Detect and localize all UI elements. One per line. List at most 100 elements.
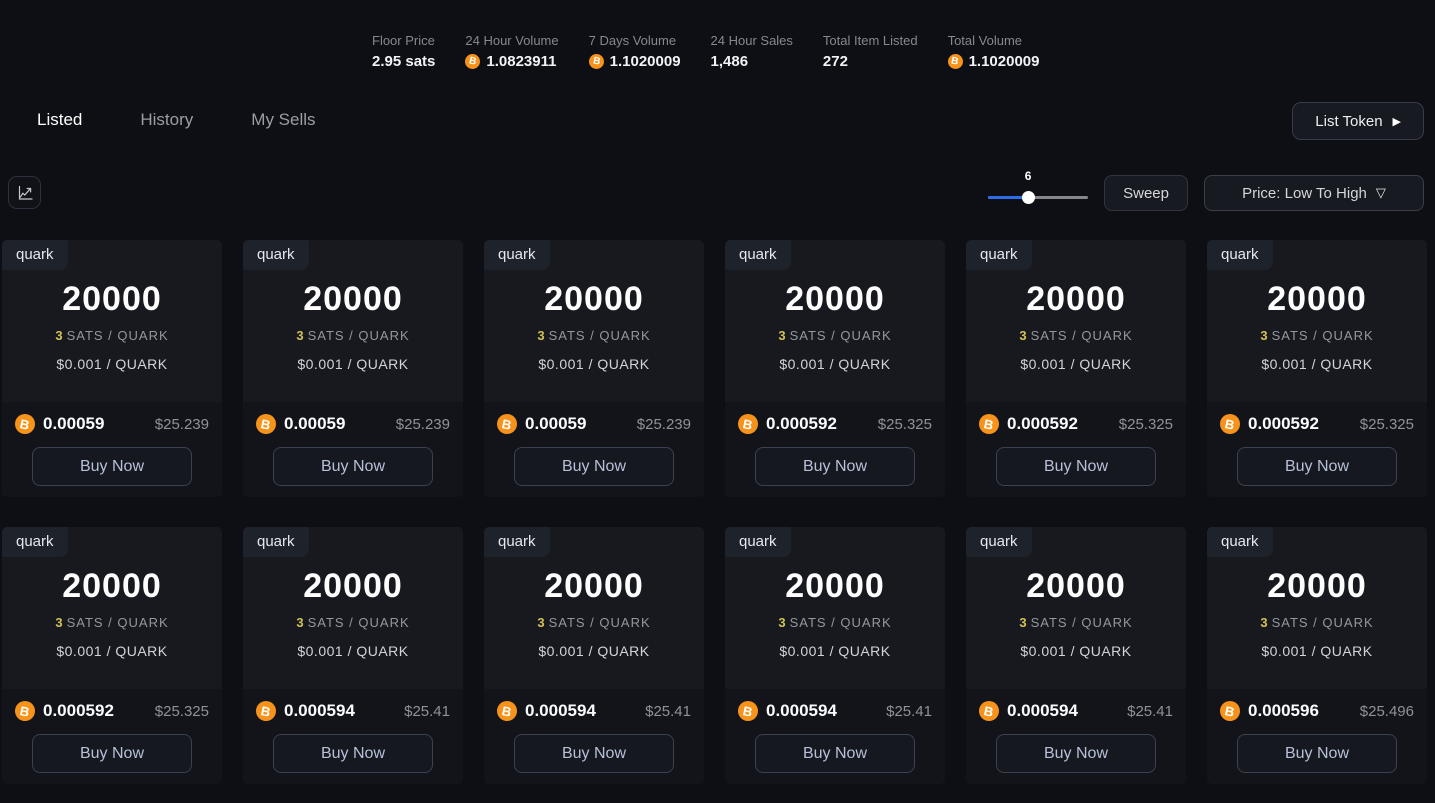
token-card: quark 20000 3SATS / QUARK $0.001 / QUARK… (725, 240, 945, 497)
list-token-button[interactable]: List Token ▶ (1292, 102, 1424, 140)
buy-now-button[interactable]: Buy Now (996, 447, 1156, 486)
card-top: quark 20000 3SATS / QUARK $0.001 / QUARK (725, 527, 945, 689)
usd-per-token: $0.001 / QUARK (725, 356, 945, 372)
toolbar-right: 6 Sweep Price: Low To High ▽ (988, 175, 1424, 211)
sats-unit: SATS / QUARK (1031, 615, 1133, 630)
sats-unit: SATS / QUARK (1272, 328, 1374, 343)
btc-icon: B (979, 701, 999, 721)
card-top: quark 20000 3SATS / QUARK $0.001 / QUARK (1207, 240, 1427, 402)
usd-price: $25.41 (1127, 703, 1173, 720)
stat-label: 24 Hour Volume (465, 33, 558, 48)
btc-price: 0.00059 (43, 414, 104, 434)
usd-price: $25.41 (886, 703, 932, 720)
usd-per-token: $0.001 / QUARK (725, 643, 945, 659)
sats-unit: SATS / QUARK (549, 615, 651, 630)
sats-rate: 3 (537, 328, 545, 343)
token-card: quark 20000 3SATS / QUARK $0.001 / QUARK… (966, 240, 1186, 497)
btc-price: 0.000594 (284, 701, 355, 721)
btc-price: 0.00059 (284, 414, 345, 434)
token-card: quark 20000 3SATS / QUARK $0.001 / QUARK… (243, 240, 463, 497)
stat-value: B 1.1020009 (589, 53, 681, 70)
sats-rate: 3 (55, 615, 63, 630)
sweep-button[interactable]: Sweep (1104, 175, 1188, 211)
token-card: quark 20000 3SATS / QUARK $0.001 / QUARK… (966, 527, 1186, 784)
sats-unit: SATS / QUARK (790, 328, 892, 343)
card-bottom: B 0.000594 $25.41 Buy Now (484, 689, 704, 784)
btc-price: 0.000592 (1007, 414, 1078, 434)
usd-per-token: $0.001 / QUARK (484, 643, 704, 659)
buy-now-button[interactable]: Buy Now (273, 447, 433, 486)
sats-rate: 3 (296, 615, 304, 630)
card-bottom: B 0.00059 $25.239 Buy Now (2, 402, 222, 497)
buy-now-button[interactable]: Buy Now (755, 447, 915, 486)
sats-per-token: 3 SATS / QUARK (484, 615, 704, 630)
buy-now-button[interactable]: Buy Now (514, 734, 674, 773)
buy-now-button[interactable]: Buy Now (32, 734, 192, 773)
stat-label: 7 Days Volume (589, 33, 681, 48)
buy-now-button[interactable]: Buy Now (514, 447, 674, 486)
token-name-tag: quark (243, 527, 309, 557)
play-arrow-icon: ▶ (1393, 115, 1401, 128)
card-grid: quark 20000 3SATS / QUARK $0.001 / QUARK… (2, 240, 1427, 784)
btc-price: 0.000594 (1007, 701, 1078, 721)
usd-per-token: $0.001 / QUARK (243, 356, 463, 372)
usd-price: $25.325 (1119, 416, 1173, 433)
usd-per-token: $0.001 / QUARK (484, 356, 704, 372)
price-row: B 0.000594 $25.41 (979, 689, 1173, 721)
tab-my-sells[interactable]: My Sells (251, 110, 315, 130)
sats-rate: 3 (537, 615, 545, 630)
sats-unit: SATS / QUARK (308, 615, 410, 630)
slider-thumb[interactable] (1022, 191, 1035, 204)
btc-price: 0.000594 (525, 701, 596, 721)
price-row: B 0.000592 $25.325 (15, 689, 209, 721)
buy-now-button[interactable]: Buy Now (996, 734, 1156, 773)
usd-price: $25.41 (404, 703, 450, 720)
chart-view-button[interactable] (8, 176, 41, 209)
token-name-tag: quark (2, 527, 68, 557)
card-bottom: B 0.00059 $25.239 Buy Now (484, 402, 704, 497)
sort-dropdown[interactable]: Price: Low To High ▽ (1204, 175, 1424, 211)
price-row: B 0.00059 $25.239 (256, 402, 450, 434)
usd-per-token: $0.001 / QUARK (2, 643, 222, 659)
sats-rate: 3 (55, 328, 63, 343)
sats-rate: 3 (1260, 328, 1268, 343)
usd-price: $25.325 (155, 703, 209, 720)
btc-icon: B (1220, 701, 1240, 721)
stat-label: Total Item Listed (823, 33, 918, 48)
price-row: B 0.000592 $25.325 (979, 402, 1173, 434)
sats-unit: SATS / QUARK (308, 328, 410, 343)
price-row: B 0.000594 $25.41 (738, 689, 932, 721)
stat-label: Floor Price (372, 33, 435, 48)
card-top: quark 20000 3SATS / QUARK $0.001 / QUARK (966, 240, 1186, 402)
tab-history[interactable]: History (140, 110, 193, 130)
line-chart-icon (16, 184, 34, 202)
sweep-count-slider[interactable]: 6 (988, 175, 1088, 211)
chevron-down-icon: ▽ (1376, 185, 1386, 201)
buy-now-button[interactable]: Buy Now (32, 447, 192, 486)
price-row: B 0.000594 $25.41 (256, 689, 450, 721)
buy-now-button[interactable]: Buy Now (1237, 447, 1397, 486)
token-card: quark 20000 3SATS / QUARK $0.001 / QUARK… (2, 240, 222, 497)
stat-value: B 1.1020009 (948, 53, 1040, 70)
buy-now-button[interactable]: Buy Now (755, 734, 915, 773)
token-card: quark 20000 3SATS / QUARK $0.001 / QUARK… (2, 527, 222, 784)
token-card: quark 20000 3SATS / QUARK $0.001 / QUARK… (484, 527, 704, 784)
usd-price: $25.239 (637, 416, 691, 433)
btc-price: 0.000594 (766, 701, 837, 721)
buy-now-button[interactable]: Buy Now (273, 734, 433, 773)
btc-icon: B (256, 701, 276, 721)
btc-icon: B (738, 414, 758, 434)
card-bottom: B 0.000594 $25.41 Buy Now (243, 689, 463, 784)
sats-per-token: 3 SATS / QUARK (243, 615, 463, 630)
stats-bar: Floor Price 2.95 sats 24 Hour Volume B 1… (372, 33, 1039, 70)
sort-label: Price: Low To High (1242, 185, 1367, 202)
tab-listed[interactable]: Listed (37, 110, 82, 130)
card-top: quark 20000 3SATS / QUARK $0.001 / QUARK (243, 240, 463, 402)
list-token-label: List Token (1315, 113, 1382, 130)
stat-value: 272 (823, 53, 918, 70)
sats-rate: 3 (778, 328, 786, 343)
token-name-tag: quark (484, 240, 550, 270)
card-top: quark 20000 3SATS / QUARK $0.001 / QUARK (2, 240, 222, 402)
card-top: quark 20000 3SATS / QUARK $0.001 / QUARK (2, 527, 222, 689)
buy-now-button[interactable]: Buy Now (1237, 734, 1397, 773)
